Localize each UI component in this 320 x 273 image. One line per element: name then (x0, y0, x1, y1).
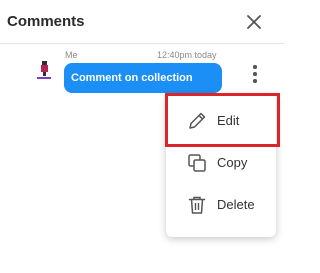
pencil-icon (189, 112, 206, 129)
menu-item-label: Edit (217, 113, 240, 128)
comment-bubble[interactable]: Comment on collection (64, 63, 222, 93)
panel-title: Comments (7, 13, 85, 30)
menu-item-delete[interactable]: Delete (166, 185, 276, 225)
more-options-icon[interactable] (248, 62, 262, 86)
menu-item-copy[interactable]: Copy (166, 143, 276, 183)
comment-timestamp: 12:40pm today (157, 50, 217, 60)
avatar (37, 61, 51, 79)
close-icon[interactable] (244, 12, 264, 32)
menu-item-label: Delete (217, 197, 255, 212)
menu-item-label: Copy (217, 155, 248, 170)
copy-icon (188, 154, 206, 172)
comment-sender: Me (65, 50, 78, 60)
trash-icon (188, 196, 206, 214)
menu-item-edit[interactable]: Edit (166, 101, 276, 141)
comment-options-menu: Edit Copy Delete (166, 94, 276, 237)
comments-header: Comments (0, 0, 284, 44)
